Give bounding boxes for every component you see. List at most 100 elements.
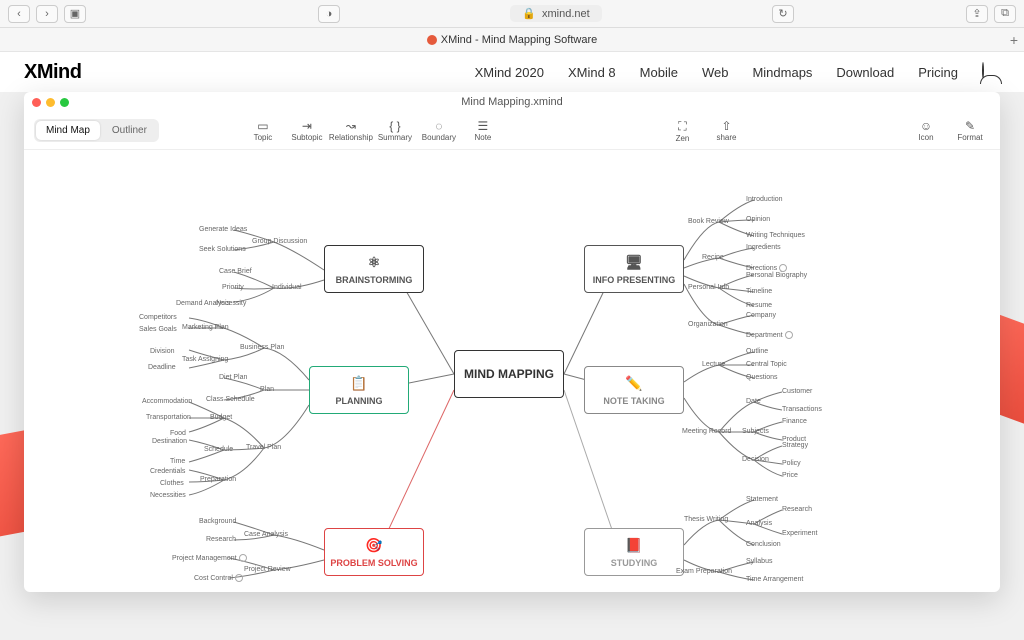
share-button[interactable]: ⇪ <box>966 5 988 23</box>
leaf[interactable]: Demand Analysis <box>176 300 230 307</box>
logo[interactable]: XMind <box>24 61 82 84</box>
nav-download[interactable]: Download <box>836 65 894 80</box>
leaf[interactable]: Case Analysis <box>244 531 288 538</box>
new-tab-button[interactable]: + <box>1010 32 1018 48</box>
leaf[interactable]: Decision <box>742 456 769 463</box>
leaf[interactable]: Lecture <box>702 361 725 368</box>
nav-xmind8[interactable]: XMind 8 <box>568 65 616 80</box>
nav-web[interactable]: Web <box>702 65 729 80</box>
node-problem-solving[interactable]: 🎯PROBLEM SOLVING <box>324 528 424 576</box>
leaf[interactable]: Group Discussion <box>252 238 307 245</box>
leaf[interactable]: Meeting Record <box>682 428 731 435</box>
node-center[interactable]: MIND MAPPING <box>454 350 564 398</box>
leaf[interactable]: Budget <box>210 414 232 421</box>
nav-pricing[interactable]: Pricing <box>918 65 958 80</box>
close-window[interactable] <box>32 98 41 107</box>
leaf[interactable]: Transportation <box>146 414 191 421</box>
leaf[interactable]: Diet Plan <box>219 374 247 381</box>
leaf[interactable]: Project Management <box>172 554 247 562</box>
leaf[interactable]: Price <box>782 472 798 479</box>
leaf[interactable]: Priority <box>222 284 244 291</box>
leaf[interactable]: Date <box>746 398 761 405</box>
tabs-button[interactable]: ⧉ <box>994 5 1016 23</box>
leaf[interactable]: Cost Control <box>194 574 243 582</box>
minimize-window[interactable] <box>46 98 55 107</box>
nav-mobile[interactable]: Mobile <box>640 65 678 80</box>
browser-tab[interactable]: XMind - Mind Mapping Software <box>427 34 598 46</box>
leaf[interactable]: Timeline <box>746 288 772 295</box>
sidebar-button[interactable]: ▣ <box>64 5 86 23</box>
leaf[interactable]: Research <box>206 536 236 543</box>
leaf[interactable]: Individual <box>272 284 302 291</box>
leaf[interactable]: Necessities <box>150 492 186 499</box>
leaf[interactable]: Outline <box>746 348 768 355</box>
tool-subtopic[interactable]: ⇥Subtopic <box>287 116 327 145</box>
leaf[interactable]: Analysis <box>746 520 772 527</box>
leaf[interactable]: Generate Ideas <box>199 226 247 233</box>
leaf[interactable]: Project Review <box>244 566 291 573</box>
leaf[interactable]: Directions <box>746 264 787 272</box>
tool-topic[interactable]: ▭Topic <box>243 116 283 145</box>
leaf[interactable]: Conclusion <box>746 541 781 548</box>
tool-zen[interactable]: ⛶Zen <box>662 116 702 146</box>
leaf[interactable]: Experiment <box>782 530 817 537</box>
node-studying[interactable]: 📕STUDYING <box>584 528 684 576</box>
leaf[interactable]: Case Brief <box>219 268 252 275</box>
shield-icon[interactable]: ◑ <box>318 5 340 23</box>
leaf[interactable]: Time Arrangement <box>746 576 803 583</box>
leaf[interactable]: Introduction <box>746 196 783 203</box>
node-planning[interactable]: 📋PLANNING <box>309 366 409 414</box>
leaf[interactable]: Task Assigning <box>182 356 228 363</box>
leaf[interactable]: Sales Goals <box>139 326 177 333</box>
tool-relationship[interactable]: ↝Relationship <box>331 116 371 145</box>
leaf[interactable]: Class Schedule <box>206 396 255 403</box>
leaf[interactable]: Recipe <box>702 254 724 261</box>
leaf[interactable]: Central Topic <box>746 361 787 368</box>
view-outliner[interactable]: Outliner <box>102 121 157 140</box>
leaf[interactable]: Personal Info <box>688 284 729 291</box>
leaf[interactable]: Thesis Writing <box>684 516 728 523</box>
leaf[interactable]: Resume <box>746 302 772 309</box>
node-note-taking[interactable]: ✏️NOTE TAKING <box>584 366 684 414</box>
nav-mindmaps[interactable]: Mindmaps <box>752 65 812 80</box>
leaf[interactable]: Syllabus <box>746 558 772 565</box>
tool-icon[interactable]: ☺Icon <box>906 116 946 145</box>
reload-button[interactable]: ↻ <box>772 5 794 23</box>
leaf[interactable]: Strategy <box>782 442 808 449</box>
tool-boundary[interactable]: ◌Boundary <box>419 116 459 145</box>
leaf[interactable]: Customer <box>782 388 812 395</box>
leaf[interactable]: Business Plan <box>240 344 284 351</box>
address-bar[interactable]: 🔒 xmind.net <box>510 5 601 22</box>
leaf[interactable]: Preparation <box>200 476 236 483</box>
leaf[interactable]: Personal Biography <box>746 272 807 279</box>
tool-share[interactable]: ⇧share <box>706 116 746 145</box>
leaf[interactable]: Accommodation <box>142 398 192 405</box>
tool-format[interactable]: ✎Format <box>950 116 990 145</box>
leaf[interactable]: Writing Techniques <box>746 232 805 239</box>
leaf[interactable]: Time <box>170 458 185 465</box>
leaf[interactable]: Seek Solutions <box>199 246 246 253</box>
leaf[interactable]: Travel Plan <box>246 444 281 451</box>
back-button[interactable]: ‹ <box>8 5 30 23</box>
view-mindmap[interactable]: Mind Map <box>36 121 100 140</box>
nav-xmind2020[interactable]: XMind 2020 <box>475 65 544 80</box>
leaf[interactable]: Policy <box>782 460 801 467</box>
leaf[interactable]: Ingredients <box>746 244 781 251</box>
leaf[interactable]: Food <box>170 430 186 437</box>
leaf[interactable]: Organization <box>688 321 728 328</box>
leaf[interactable]: Plan <box>260 386 274 393</box>
node-info-presenting[interactable]: 🖥INFO PRESENTING <box>584 245 684 293</box>
leaf[interactable]: Statement <box>746 496 778 503</box>
node-brainstorming[interactable]: ⚛BRAINSTORMING <box>324 245 424 293</box>
leaf[interactable]: Questions <box>746 374 778 381</box>
leaf[interactable]: Exam Preparation <box>676 568 732 575</box>
leaf[interactable]: Competitors <box>139 314 177 321</box>
leaf[interactable]: Division <box>150 348 175 355</box>
leaf[interactable]: Subjects <box>742 428 769 435</box>
leaf[interactable]: Credentials <box>150 468 185 475</box>
leaf[interactable]: Background <box>199 518 236 525</box>
leaf[interactable]: Research <box>782 506 812 513</box>
user-icon[interactable] <box>982 62 984 79</box>
leaf[interactable]: Transactions <box>782 406 822 413</box>
leaf[interactable]: Finance <box>782 418 807 425</box>
